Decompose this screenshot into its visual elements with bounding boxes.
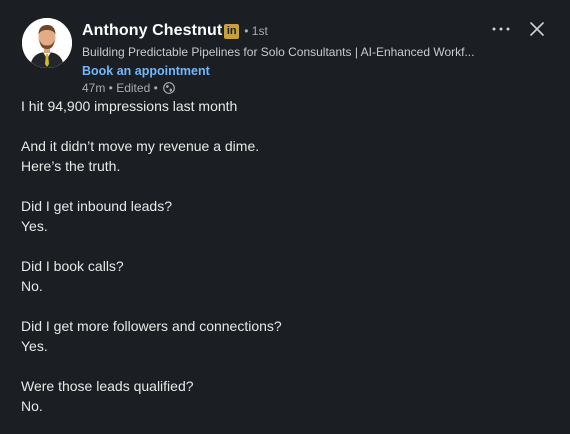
- avatar[interactable]: [22, 18, 72, 68]
- post-text-line: Did I book calls?: [21, 258, 124, 274]
- post-text-line: No.: [21, 278, 43, 294]
- post-text-line: And it didn’t move my revenue a dime.: [21, 138, 260, 154]
- author-meta: Anthony Chestnut in • 1st Building Predi…: [82, 19, 474, 95]
- post-text-line: Did I get more followers and connections…: [21, 318, 282, 334]
- globe-icon: [162, 82, 175, 94]
- post-text-line: Were those leads qualified?: [21, 378, 194, 394]
- post-text-line: Did I get inbound leads?: [21, 198, 172, 214]
- post-text-line: I hit 94,900 impressions last month: [21, 98, 238, 114]
- post-text-line: Yes.: [21, 338, 48, 354]
- post-actions: [490, 18, 548, 40]
- avatar-image: [22, 18, 72, 68]
- post-text-line: Yes.: [21, 218, 48, 234]
- close-icon: [530, 22, 544, 36]
- post-header: Anthony Chestnut in • 1st Building Predi…: [22, 18, 474, 95]
- post-timestamp-row: 47m • Edited •: [82, 81, 474, 95]
- book-appointment-link[interactable]: Book an appointment: [82, 64, 474, 78]
- author-name-row: Anthony Chestnut in • 1st: [82, 19, 474, 43]
- close-button[interactable]: [526, 18, 548, 40]
- more-horizontal-icon: [492, 27, 510, 31]
- more-options-button[interactable]: [490, 18, 512, 40]
- author-headline: Building Predictable Pipelines for Solo …: [82, 45, 475, 59]
- post-text-line: Here’s the truth.: [21, 158, 121, 174]
- post-card: Anthony Chestnut in • 1st Building Predi…: [0, 0, 570, 434]
- linkedin-premium-icon: in: [224, 23, 240, 39]
- post-body: I hit 94,900 impressions last month And …: [21, 96, 541, 416]
- post-timestamp: 47m • Edited •: [82, 81, 158, 95]
- connection-degree: • 1st: [244, 24, 268, 38]
- post-text-line: No.: [21, 398, 43, 414]
- author-name[interactable]: Anthony Chestnut: [82, 22, 222, 40]
